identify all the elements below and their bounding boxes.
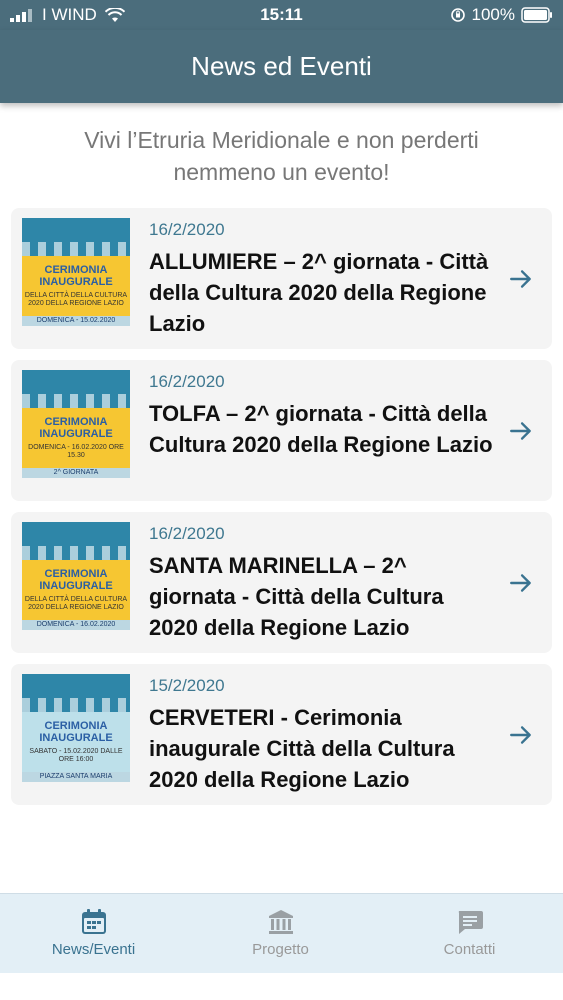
navigation-bar: News ed Eventi [0,30,563,103]
orientation-lock-icon [450,8,465,22]
poster-wave-art [22,370,130,408]
arrow-right-icon[interactable] [508,722,534,748]
poster-heading: CERIMONIA INAUGURALE [39,720,113,744]
tab-label: Contatti [443,941,496,958]
news-date: 16/2/2020 [149,220,225,239]
calendar-icon [82,909,106,934]
poster-footer: 2^ GIORNATA [22,468,130,478]
poster-footer: DOMENICA - 16.02.2020 [22,620,130,630]
poster-heading: CERIMONIA INAUGURALE [39,568,113,592]
news-title: CERVETERI - Cerimonia inaugurale Città d… [149,705,455,792]
news-card[interactable]: CERIMONIA INAUGURALE DOMENICA - 16.02.20… [11,360,552,501]
poster-wave-art [22,674,130,712]
news-title: ALLUMIERE – 2^ giornata - Città della Cu… [149,249,489,336]
news-thumbnail: CERIMONIA INAUGURALE DOMENICA - 16.02.20… [22,370,130,478]
news-thumbnail: CERIMONIA INAUGURALE DELLA CITTÀ DELLA C… [22,218,130,326]
news-card[interactable]: CERIMONIA INAUGURALE SABATO - 15.02.2020… [11,664,552,805]
tab-label: Progetto [252,941,309,958]
poster-footer: PIAZZA SANTA MARIA [22,772,130,782]
tab-contatti[interactable]: Contatti [376,894,563,974]
poster-footer: DOMENICA - 15.02.2020 [22,316,130,326]
tab-label: News/Eventi [51,941,136,958]
news-date: 16/2/2020 [149,372,225,391]
arrow-right-icon[interactable] [508,266,534,292]
poster-wave-art [22,218,130,256]
poster-subheading: SABATO - 15.02.2020 DALLE ORE 16:00 [29,748,123,763]
battery-icon [521,7,552,23]
chat-icon [458,911,483,934]
intro-text: Vivi l’Etruria Meridionale e non perdert… [84,127,479,185]
poster-heading: CERIMONIA INAUGURALE [39,416,113,440]
poster-wave-art [22,522,130,560]
poster-subheading: DOMENICA - 16.02.2020 ORE 15.30 [28,444,124,459]
arrow-right-icon[interactable] [508,570,534,596]
news-title: TOLFA – 2^ giornata - Città della Cultur… [149,401,493,457]
news-title: SANTA MARINELLA – 2^ giornata - Città de… [149,553,444,640]
news-thumbnail: CERIMONIA INAUGURALE DELLA CITTÀ DELLA C… [22,522,130,630]
news-date: 15/2/2020 [149,676,225,695]
museum-icon [269,910,293,934]
status-bar: I WIND 15:11 100% [0,0,563,30]
news-card[interactable]: CERIMONIA INAUGURALE DELLA CITTÀ DELLA C… [11,512,552,653]
tab-progetto[interactable]: Progetto [187,894,374,974]
tab-news-eventi[interactable]: News/Eventi [0,894,187,974]
poster-subheading: DELLA CITTÀ DELLA CULTURA 2020 DELLA REG… [24,292,128,307]
news-thumbnail: CERIMONIA INAUGURALE SABATO - 15.02.2020… [22,674,130,782]
arrow-right-icon[interactable] [508,418,534,444]
poster-subheading: DELLA CITTÀ DELLA CULTURA 2020 DELLA REG… [24,596,128,611]
battery-percent: 100% [471,5,515,24]
page-title: News ed Eventi [191,51,372,81]
poster-heading: CERIMONIA INAUGURALE [39,264,113,288]
news-card[interactable]: CERIMONIA INAUGURALE DELLA CITTÀ DELLA C… [11,208,552,349]
tab-bar: News/Eventi Progetto Contatti [0,893,563,973]
news-date: 16/2/2020 [149,524,225,543]
status-right: 100% [450,5,553,25]
